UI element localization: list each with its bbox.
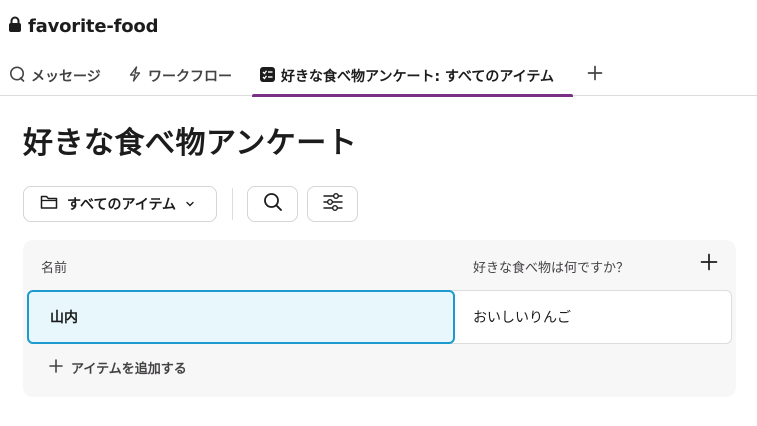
add-item-button[interactable]: アイテムを追加する: [49, 358, 187, 377]
toolbar-divider: [232, 188, 233, 220]
list-icon: [260, 66, 275, 86]
tab-workflow[interactable]: ワークフロー: [128, 56, 232, 96]
tab-bar: メッセージ ワークフロー 好きな食べ物アンケート: すべてのアイテム: [0, 56, 757, 97]
message-bubble-icon: [9, 66, 25, 86]
tab-label: ワークフロー: [148, 69, 232, 85]
column-header-favorite-food[interactable]: 好きな食べ物は何ですか？: [473, 257, 629, 276]
cell-name[interactable]: 山内: [27, 290, 455, 344]
table-row[interactable]: 山内 おいしいりんご: [27, 290, 732, 344]
filter-button[interactable]: [307, 186, 358, 222]
search-button[interactable]: [247, 186, 298, 222]
channel-name[interactable]: favorite-food: [28, 16, 158, 37]
add-item-label: アイテムを追加する: [71, 362, 187, 377]
cell-favorite-food[interactable]: おいしいりんご: [473, 291, 571, 343]
add-column-button[interactable]: [698, 253, 720, 275]
list-table: 名前 好きな食べ物は何ですか？ 山内 おいしいりんご アイテムを追加する: [23, 240, 736, 397]
chevron-down-icon: [185, 196, 195, 212]
tab-list-all-items[interactable]: 好きな食べ物アンケート: すべてのアイテム: [252, 56, 573, 97]
lock-icon: [8, 16, 22, 36]
column-header-name[interactable]: 名前: [41, 257, 67, 276]
tab-label: メッセージ: [31, 69, 101, 85]
add-tab-button[interactable]: [584, 64, 606, 86]
page-title: 好きな食べ物アンケート: [23, 126, 358, 161]
folder-icon: [40, 194, 58, 214]
filter-sliders-icon: [322, 192, 344, 216]
view-select[interactable]: すべてのアイテム: [23, 186, 217, 222]
tab-messages[interactable]: メッセージ: [9, 56, 101, 96]
search-icon: [263, 192, 283, 216]
tab-label: 好きな食べ物アンケート: すべてのアイテム: [281, 69, 554, 85]
plus-icon: [700, 253, 718, 275]
lightning-icon: [128, 66, 142, 86]
plus-icon: [587, 65, 603, 85]
view-select-label: すべてのアイテム: [67, 197, 177, 213]
channel-header: favorite-food: [8, 14, 158, 38]
plus-icon: [49, 358, 63, 377]
